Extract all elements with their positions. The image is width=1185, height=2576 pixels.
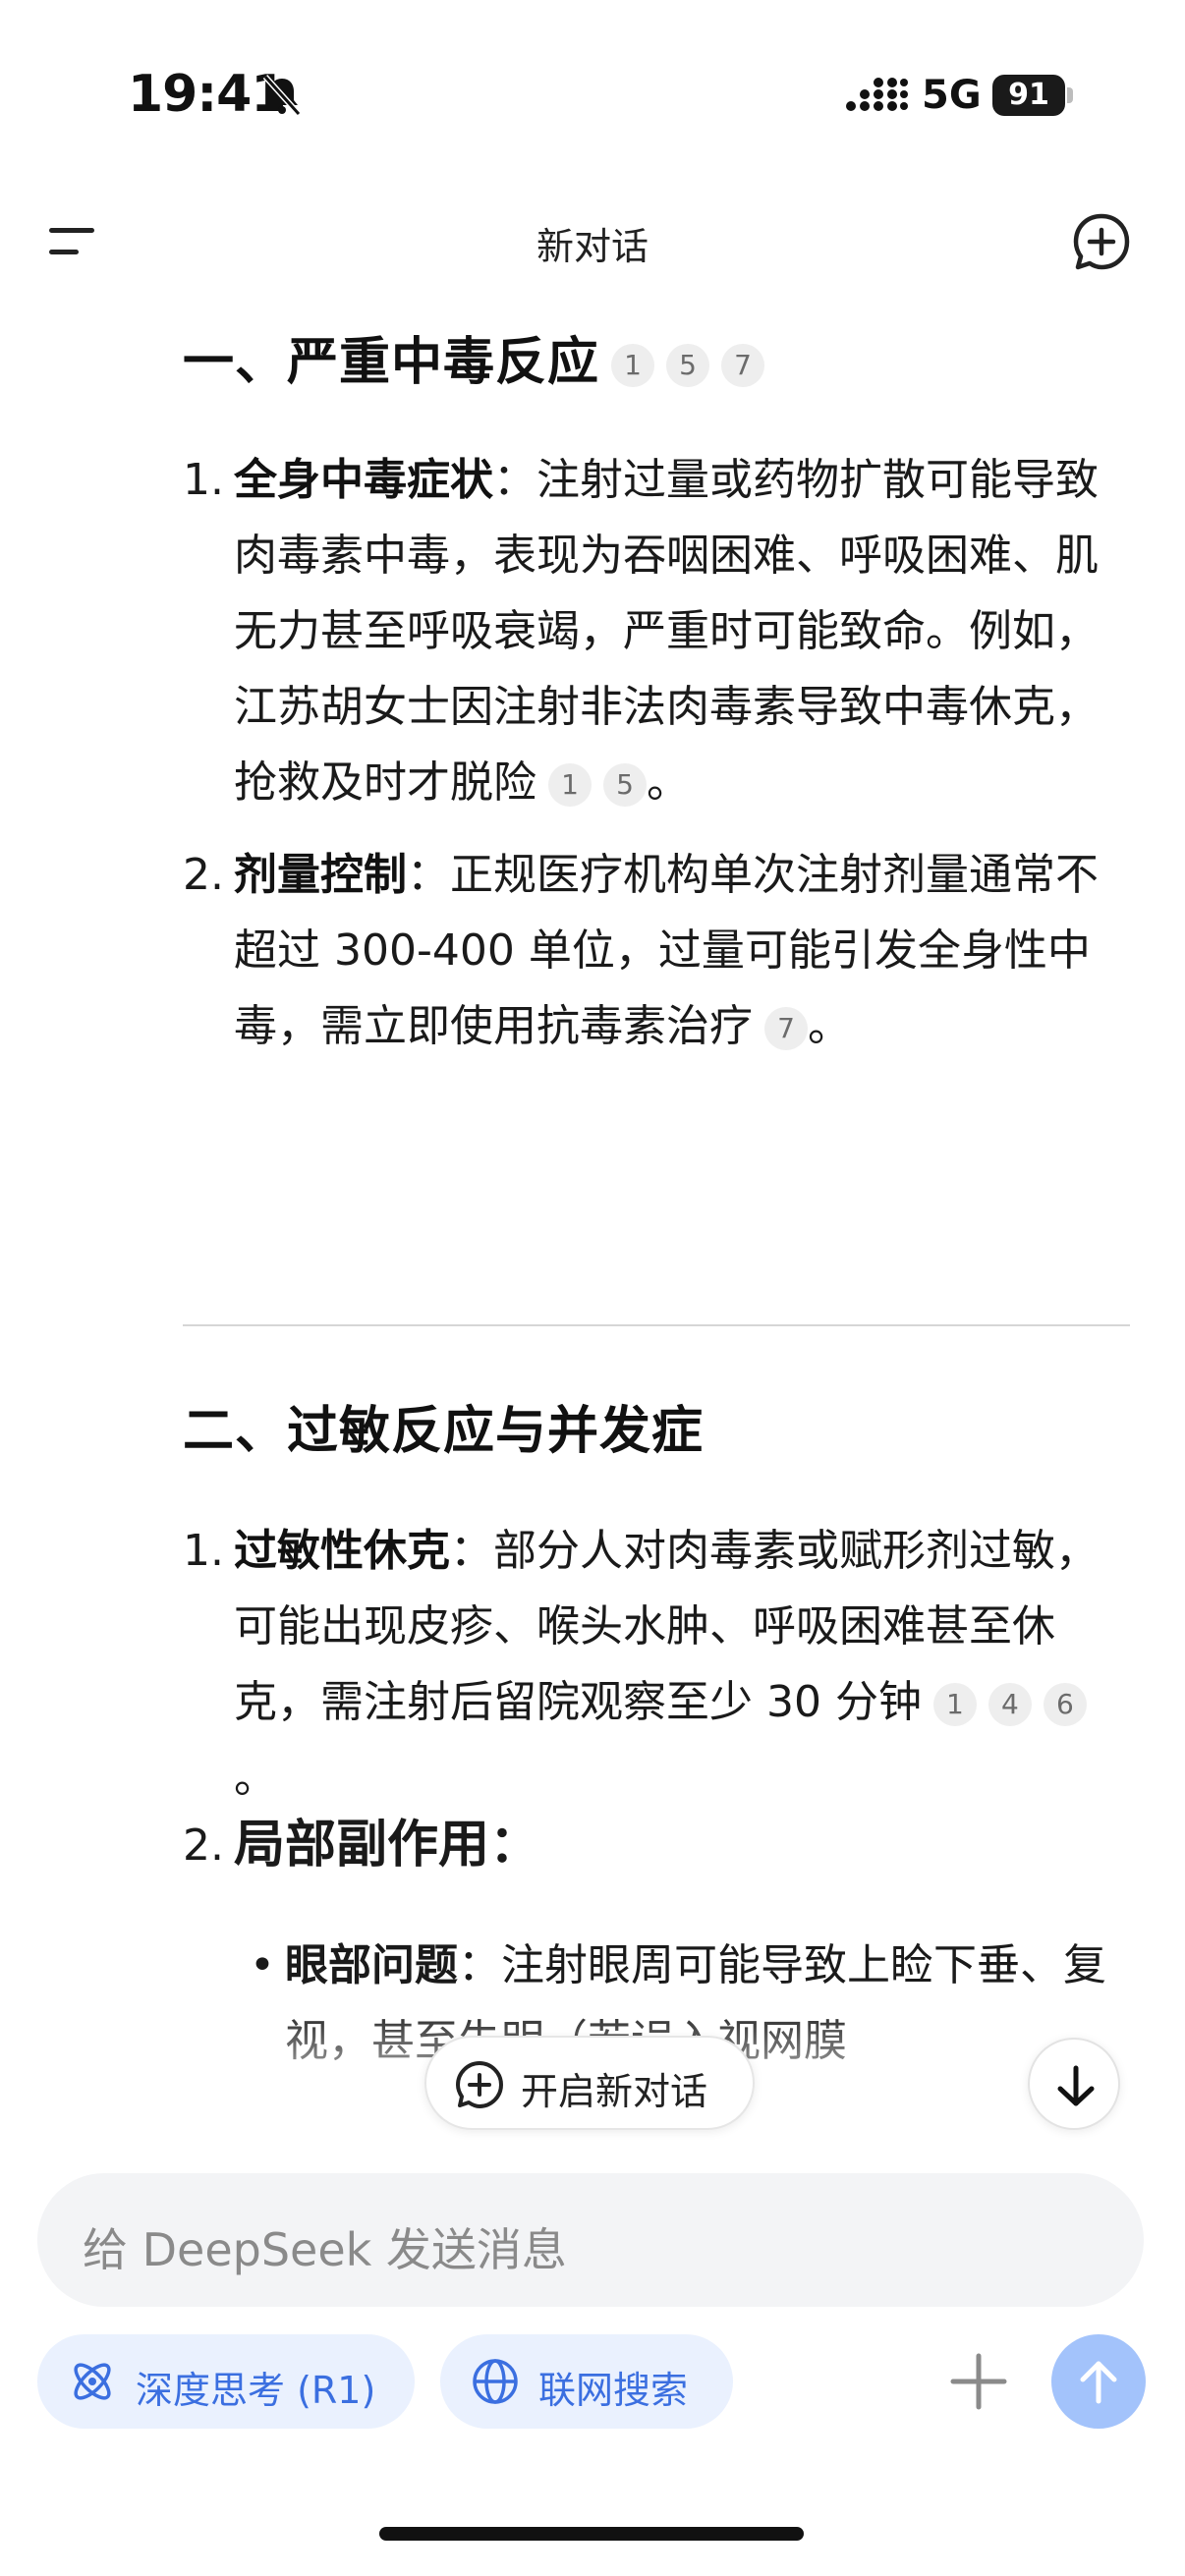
silent-bell-icon xyxy=(262,74,302,117)
new-chat-icon[interactable] xyxy=(1071,211,1132,272)
bullet: • xyxy=(250,1940,275,1990)
web-search-label: 联网搜索 xyxy=(538,2369,689,2412)
item-end: 。 xyxy=(647,757,690,808)
new-chat-icon xyxy=(456,2061,503,2108)
list-item: 1. 全身中毒症状：注射过量或药物扩散可能导致肉毒素中毒，表现为吞咽困难、呼吸困… xyxy=(183,442,1126,820)
list-number: 2. xyxy=(183,850,224,900)
item-end: 。 xyxy=(808,1001,851,1051)
section-heading-text: 一、严重中毒反应 xyxy=(183,333,600,392)
message-input-placeholder: 给 DeepSeek 发送消息 xyxy=(83,2223,567,2276)
network-type: 5G xyxy=(922,73,982,118)
citation-badge[interactable]: 7 xyxy=(721,344,765,387)
home-indicator xyxy=(379,2527,804,2541)
chat-content: 一、严重中毒反应 1 5 7 1. 全身中毒症状：注射过量或药物扩散可能导致肉毒素中毒… xyxy=(0,295,1185,2122)
section-heading-text: 二、过敏反应与并发症 xyxy=(183,1402,705,1461)
item-end: 。 xyxy=(234,1753,277,1803)
citation-badge[interactable]: 1 xyxy=(932,1683,977,1726)
citation-badge[interactable]: 6 xyxy=(1043,1683,1087,1726)
sub-item-title: 眼部问题 xyxy=(285,1940,458,1990)
citation-badge[interactable]: 7 xyxy=(764,1007,808,1050)
deep-think-label: 深度思考 (R1) xyxy=(136,2369,376,2412)
globe-icon xyxy=(473,2359,518,2404)
section-heading: 二、过敏反应与并发症 xyxy=(183,1389,704,1463)
open-new-chat-label: 开启新对话 xyxy=(521,2070,708,2113)
add-attachment-icon[interactable] xyxy=(945,2348,1012,2415)
section-heading: 一、严重中毒反应 1 5 7 xyxy=(183,320,765,394)
list-number: 1. xyxy=(183,455,224,505)
item-title: 剂量控制 xyxy=(234,850,407,900)
citation-badge[interactable]: 1 xyxy=(611,344,655,387)
open-new-chat-button[interactable]: 开启新对话 xyxy=(424,2036,755,2130)
item-text: ：注射过量或药物扩散可能导致肉毒素中毒，表现为吞咽困难、呼吸困难、肌无力甚至呼吸… xyxy=(234,455,1099,808)
web-search-toggle[interactable]: 联网搜索 xyxy=(440,2334,733,2429)
citation-badge[interactable]: 5 xyxy=(603,763,647,807)
section-divider xyxy=(183,1324,1130,1326)
scroll-to-bottom-button[interactable] xyxy=(1028,2038,1120,2130)
citation-badge[interactable]: 5 xyxy=(666,344,710,387)
battery-cap xyxy=(1067,87,1073,103)
cellular-signal-icon xyxy=(846,78,908,111)
arrow-down-icon xyxy=(1057,2065,1095,2106)
citation-badge[interactable]: 1 xyxy=(548,763,592,807)
battery-icon: 91 xyxy=(992,75,1073,116)
page-title: 新对话 xyxy=(536,225,649,268)
atom-icon xyxy=(74,2363,111,2400)
list-item: 1. 过敏性休克：部分人对肉毒素或赋形剂过敏，可能出现皮疹、喉头水肿、呼吸困难甚… xyxy=(183,1513,1126,1816)
list-number: 2. xyxy=(183,1820,224,1871)
citation-badge[interactable]: 4 xyxy=(988,1683,1032,1726)
status-bar: 19:41 5G 91 xyxy=(0,0,1185,177)
arrow-up-icon xyxy=(1080,2361,1117,2404)
list-item: 2. 剂量控制：正规医疗机构单次注射剂量通常不超过 300-400 单位，过量可… xyxy=(183,837,1126,1064)
list-number: 1. xyxy=(183,1526,224,1576)
deep-think-toggle[interactable]: 深度思考 (R1) xyxy=(37,2334,415,2429)
list-item: 2. 局部副作用： xyxy=(183,1808,1126,1883)
item-title: 过敏性休克 xyxy=(234,1526,450,1576)
item-title: 全身中毒症状 xyxy=(234,455,493,505)
send-button[interactable] xyxy=(1051,2334,1146,2429)
message-input[interactable]: 给 DeepSeek 发送消息 xyxy=(37,2173,1144,2307)
battery-level: 91 xyxy=(992,75,1065,116)
item-heading: 局部副作用： xyxy=(234,1816,541,1875)
